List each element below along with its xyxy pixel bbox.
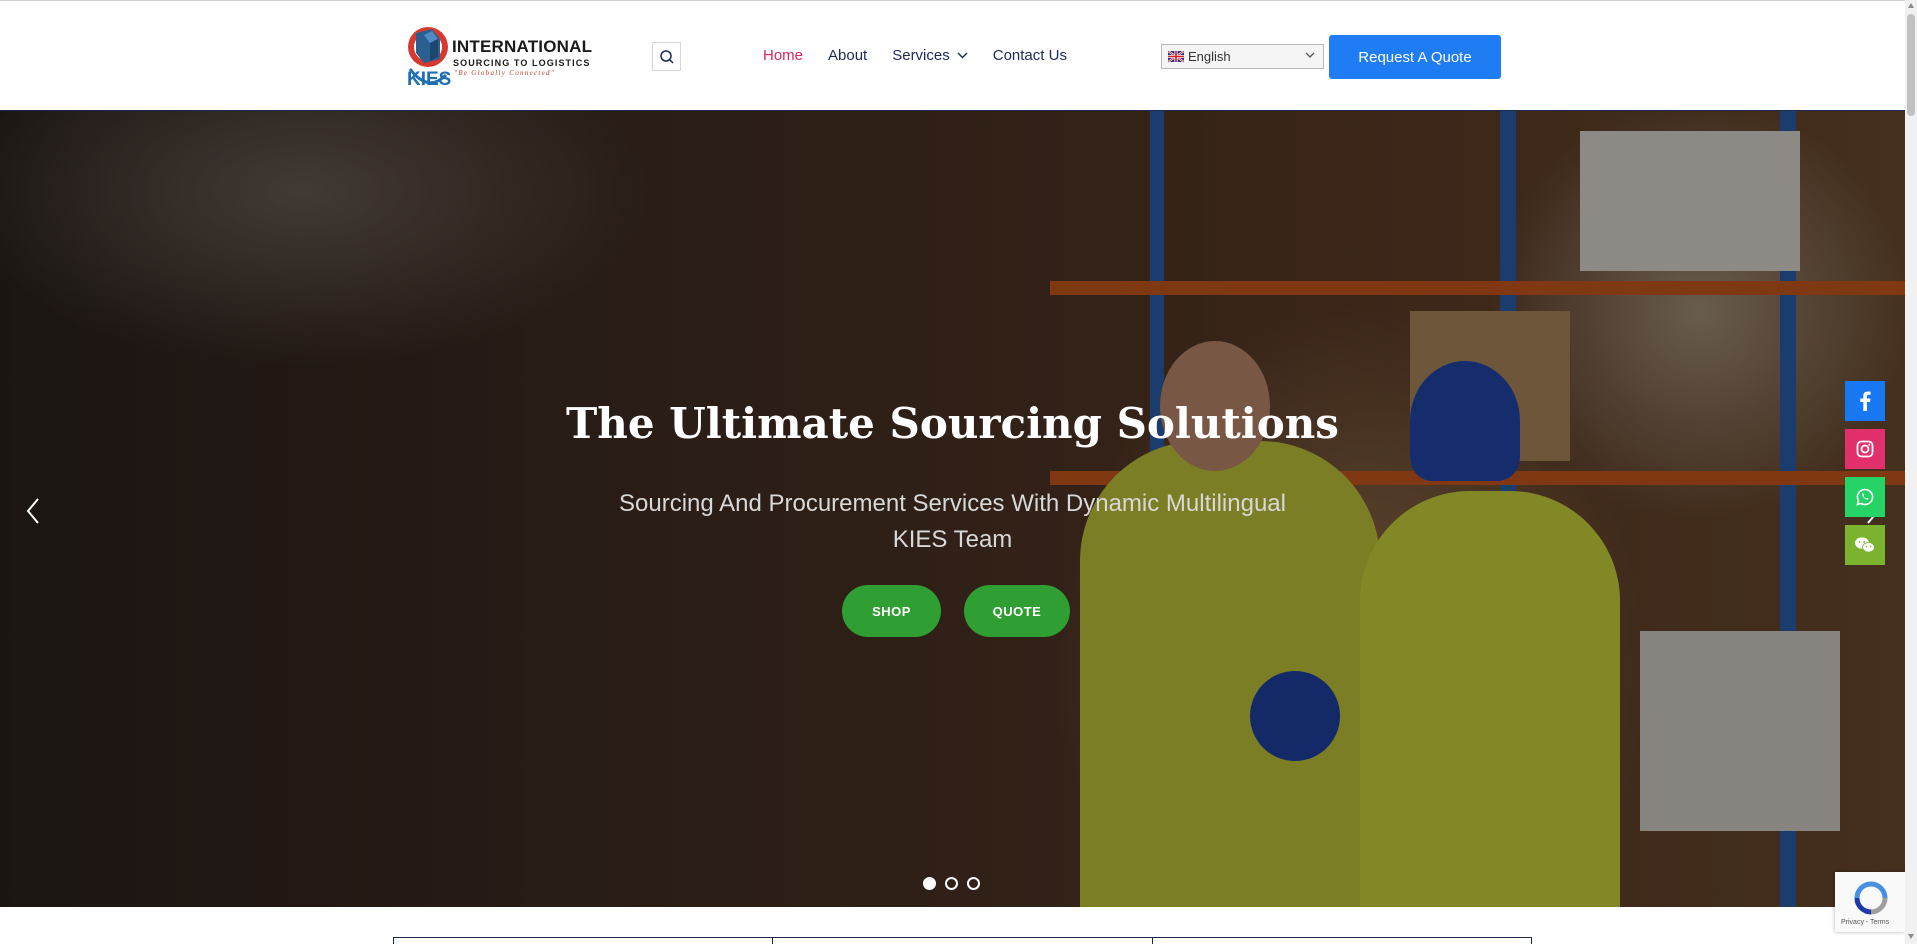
slider-dot-2[interactable]: [945, 877, 958, 890]
nav-services-label: Services: [892, 47, 950, 64]
site-logo[interactable]: INTERNATIONAL SOURCING TO LOGISTICS "Be …: [406, 15, 596, 97]
slider-dot-1[interactable]: [923, 877, 936, 890]
divider: [393, 938, 394, 944]
scroll-thumb[interactable]: [1907, 14, 1915, 116]
uk-flag-icon: [1168, 51, 1184, 62]
slider-dots: [923, 877, 989, 890]
quote-button[interactable]: QUOTE: [964, 585, 1070, 637]
feature-row: [393, 937, 1532, 944]
recaptcha-icon: [1854, 881, 1888, 915]
logo-tagline: "Be Globally Connected": [454, 69, 556, 77]
site-header: INTERNATIONAL SOURCING TO LOGISTICS "Be …: [0, 0, 1905, 111]
request-quote-button[interactable]: Request A Quote: [1329, 35, 1501, 79]
hero-subtitle: Sourcing And Procurement Services With D…: [619, 490, 1286, 553]
hero-slider: The Ultimate Sourcing Solutions Sourcing…: [0, 111, 1905, 907]
language-label: English: [1188, 49, 1231, 64]
scroll-up-icon[interactable]: [1908, 3, 1914, 8]
recaptcha-links[interactable]: Privacy - Terms: [1841, 919, 1889, 926]
divider: [1152, 938, 1153, 944]
shop-button[interactable]: SHOP: [842, 585, 941, 637]
nav-services[interactable]: Services: [892, 47, 968, 64]
main-nav: Home About Services Contact Us: [763, 47, 1092, 64]
search-icon: [659, 49, 674, 64]
wechat-button[interactable]: [1845, 525, 1885, 565]
logo-name-line1: INTERNATIONAL: [452, 37, 593, 56]
whatsapp-icon: [1856, 488, 1874, 506]
chevron-down-icon: [957, 52, 968, 59]
logo-kies-text: KIES: [407, 69, 452, 90]
search-button[interactable]: [652, 42, 681, 71]
wechat-icon: [1855, 537, 1875, 553]
nav-about[interactable]: About: [828, 47, 867, 64]
logo-name-line2: SOURCING TO LOGISTICS: [453, 58, 591, 68]
slider-prev-icon[interactable]: [22, 495, 46, 527]
language-select[interactable]: English: [1161, 44, 1324, 69]
whatsapp-button[interactable]: [1845, 477, 1885, 517]
facebook-icon: [1860, 391, 1871, 411]
chevron-down-icon: [1305, 52, 1315, 58]
facebook-button[interactable]: [1845, 381, 1885, 421]
nav-contact[interactable]: Contact Us: [993, 47, 1067, 64]
divider: [772, 938, 773, 944]
instagram-button[interactable]: [1845, 429, 1885, 469]
divider: [1531, 938, 1532, 944]
hero-title: The Ultimate Sourcing Solutions: [566, 399, 1339, 448]
scroll-down-icon[interactable]: [1908, 934, 1914, 939]
instagram-icon: [1856, 440, 1874, 458]
nav-home[interactable]: Home: [763, 47, 803, 64]
recaptcha-badge[interactable]: Privacy - Terms: [1835, 872, 1905, 932]
slider-dot-3[interactable]: [967, 877, 980, 890]
page-scrollbar[interactable]: [1905, 0, 1917, 944]
